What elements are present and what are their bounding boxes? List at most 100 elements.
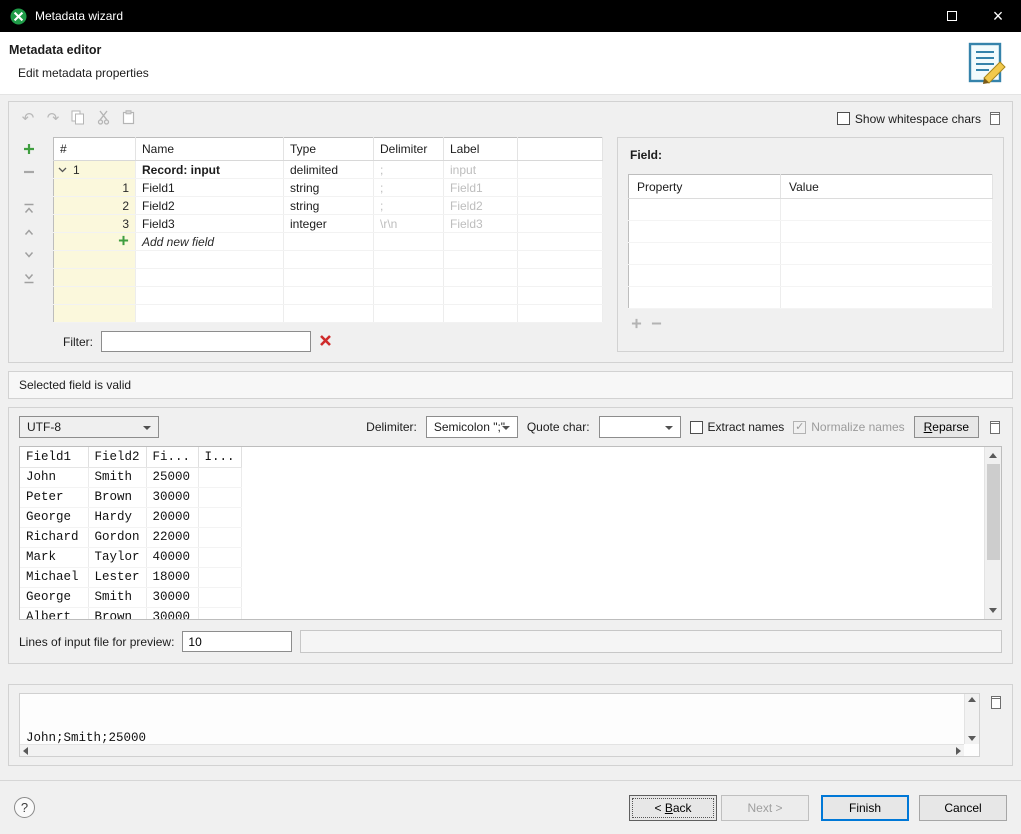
preview-cell[interactable]: Smith bbox=[88, 587, 146, 607]
move-up-icon[interactable] bbox=[23, 226, 35, 241]
scroll-down-button[interactable] bbox=[985, 602, 1001, 619]
field-name-cell[interactable]: Field3 bbox=[136, 215, 284, 233]
field-num-cell[interactable]: 1 bbox=[54, 179, 136, 197]
scroll-up-button[interactable] bbox=[965, 694, 979, 705]
preview-cell[interactable] bbox=[198, 507, 241, 527]
field-type-cell[interactable]: string bbox=[284, 179, 374, 197]
field-label-cell[interactable]: Field1 bbox=[444, 179, 518, 197]
move-down-icon[interactable] bbox=[23, 249, 35, 264]
clear-filter-icon[interactable] bbox=[319, 334, 332, 350]
preview-cell[interactable]: Lester bbox=[88, 567, 146, 587]
preview-cell[interactable]: 30000 bbox=[146, 487, 198, 507]
help-button[interactable]: ? bbox=[14, 797, 35, 818]
add-field-label-cell[interactable]: Add new field bbox=[136, 233, 284, 251]
cut-icon[interactable] bbox=[94, 110, 112, 128]
preview-cell[interactable] bbox=[198, 547, 241, 567]
preview-col-header[interactable]: I... bbox=[198, 447, 241, 467]
preview-cell[interactable] bbox=[198, 567, 241, 587]
maximize-panel-icon[interactable] bbox=[988, 420, 1002, 435]
expand-chevron-icon[interactable] bbox=[58, 162, 67, 176]
preview-cell[interactable]: Gordon bbox=[88, 527, 146, 547]
field-delimiter-cell[interactable]: ; bbox=[374, 197, 444, 215]
add-field-plus-cell[interactable] bbox=[54, 233, 136, 251]
preview-cell[interactable]: Taylor bbox=[88, 547, 146, 567]
preview-row[interactable]: MichaelLester18000 bbox=[20, 567, 241, 587]
preview-row[interactable]: JohnSmith25000 bbox=[20, 467, 241, 487]
record-delimiter-cell[interactable]: ; bbox=[374, 161, 444, 179]
scroll-left-icon[interactable] bbox=[23, 747, 28, 755]
preview-cell[interactable]: Albert bbox=[20, 607, 88, 620]
reparse-button[interactable]: Reparse bbox=[914, 416, 979, 438]
close-button[interactable]: × bbox=[975, 0, 1021, 32]
field-delimiter-cell[interactable]: \r\n bbox=[374, 215, 444, 233]
raw-horizontal-scrollbar[interactable] bbox=[20, 744, 964, 756]
preview-cell[interactable] bbox=[198, 467, 241, 487]
preview-cell[interactable]: 25000 bbox=[146, 467, 198, 487]
record-type-cell[interactable]: delimited bbox=[284, 161, 374, 179]
filter-input[interactable] bbox=[101, 331, 311, 352]
add-field-row[interactable]: Add new field bbox=[54, 233, 603, 251]
copy-icon[interactable] bbox=[69, 110, 87, 128]
preview-row[interactable]: GeorgeHardy20000 bbox=[20, 507, 241, 527]
scroll-right-icon[interactable] bbox=[956, 747, 961, 755]
record-name-cell[interactable]: Record: input bbox=[136, 161, 284, 179]
preview-row[interactable]: MarkTaylor40000 bbox=[20, 547, 241, 567]
scroll-down-button[interactable] bbox=[965, 733, 979, 744]
preview-cell[interactable]: Mark bbox=[20, 547, 88, 567]
col-header-type[interactable]: Type bbox=[284, 138, 374, 161]
preview-col-header[interactable]: Fi... bbox=[146, 447, 198, 467]
show-whitespace-checkbox[interactable]: Show whitespace chars bbox=[837, 112, 981, 126]
preview-cell[interactable] bbox=[198, 527, 241, 547]
preview-cell[interactable]: 30000 bbox=[146, 587, 198, 607]
preview-cell[interactable] bbox=[198, 607, 241, 620]
preview-cell[interactable]: Brown bbox=[88, 487, 146, 507]
cancel-button[interactable]: Cancel bbox=[919, 795, 1007, 821]
move-bottom-icon[interactable] bbox=[23, 272, 35, 287]
preview-cell[interactable]: Richard bbox=[20, 527, 88, 547]
field-num-cell[interactable]: 3 bbox=[54, 215, 136, 233]
preview-cell[interactable]: 18000 bbox=[146, 567, 198, 587]
preview-cell[interactable]: Smith bbox=[88, 467, 146, 487]
field-row[interactable]: 2 Field2 string ; Field2 bbox=[54, 197, 603, 215]
preview-cell[interactable]: John bbox=[20, 467, 88, 487]
field-row[interactable]: 1 Field1 string ; Field1 bbox=[54, 179, 603, 197]
remove-field-icon[interactable] bbox=[23, 166, 35, 181]
field-label-cell[interactable]: Field3 bbox=[444, 215, 518, 233]
record-row[interactable]: 1 Record: input delimited ; input bbox=[54, 161, 603, 179]
finish-button[interactable]: Finish bbox=[821, 795, 909, 821]
preview-row[interactable]: RichardGordon22000 bbox=[20, 527, 241, 547]
col-header-label[interactable]: Label bbox=[444, 138, 518, 161]
field-name-cell[interactable]: Field2 bbox=[136, 197, 284, 215]
col-header-delimiter[interactable]: Delimiter bbox=[374, 138, 444, 161]
undo-icon[interactable]: ↶ bbox=[19, 111, 37, 126]
move-top-icon[interactable] bbox=[23, 203, 35, 218]
field-num-cell[interactable]: 2 bbox=[54, 197, 136, 215]
field-type-cell[interactable]: string bbox=[284, 197, 374, 215]
preview-scrollbar[interactable] bbox=[984, 447, 1001, 619]
scrollbar-thumb[interactable] bbox=[987, 464, 1000, 560]
field-name-cell[interactable]: Field1 bbox=[136, 179, 284, 197]
delimiter-combo[interactable]: Semicolon ";" bbox=[426, 416, 518, 438]
col-header-num[interactable]: # bbox=[54, 138, 136, 161]
preview-cell[interactable]: 22000 bbox=[146, 527, 198, 547]
record-label-cell[interactable]: input bbox=[444, 161, 518, 179]
remove-property-icon[interactable] bbox=[651, 318, 662, 332]
add-field-icon[interactable] bbox=[23, 143, 35, 158]
lines-count-input[interactable] bbox=[182, 631, 292, 652]
field-type-cell[interactable]: integer bbox=[284, 215, 374, 233]
preview-col-header[interactable]: Field1 bbox=[20, 447, 88, 467]
back-button[interactable]: < Back bbox=[629, 795, 717, 821]
col-header-name[interactable]: Name bbox=[136, 138, 284, 161]
col-header-property[interactable]: Property bbox=[629, 175, 781, 199]
preview-cell[interactable]: Brown bbox=[88, 607, 146, 620]
col-header-value[interactable]: Value bbox=[781, 175, 993, 199]
raw-vertical-scrollbar[interactable] bbox=[964, 694, 979, 744]
preview-cell[interactable]: Michael bbox=[20, 567, 88, 587]
add-property-icon[interactable] bbox=[631, 318, 642, 332]
preview-row[interactable]: GeorgeSmith30000 bbox=[20, 587, 241, 607]
preview-row[interactable]: AlbertBrown30000 bbox=[20, 607, 241, 620]
preview-cell[interactable]: 30000 bbox=[146, 607, 198, 620]
field-row[interactable]: 3 Field3 integer \r\n Field3 bbox=[54, 215, 603, 233]
preview-cell[interactable]: Hardy bbox=[88, 507, 146, 527]
field-delimiter-cell[interactable]: ; bbox=[374, 179, 444, 197]
